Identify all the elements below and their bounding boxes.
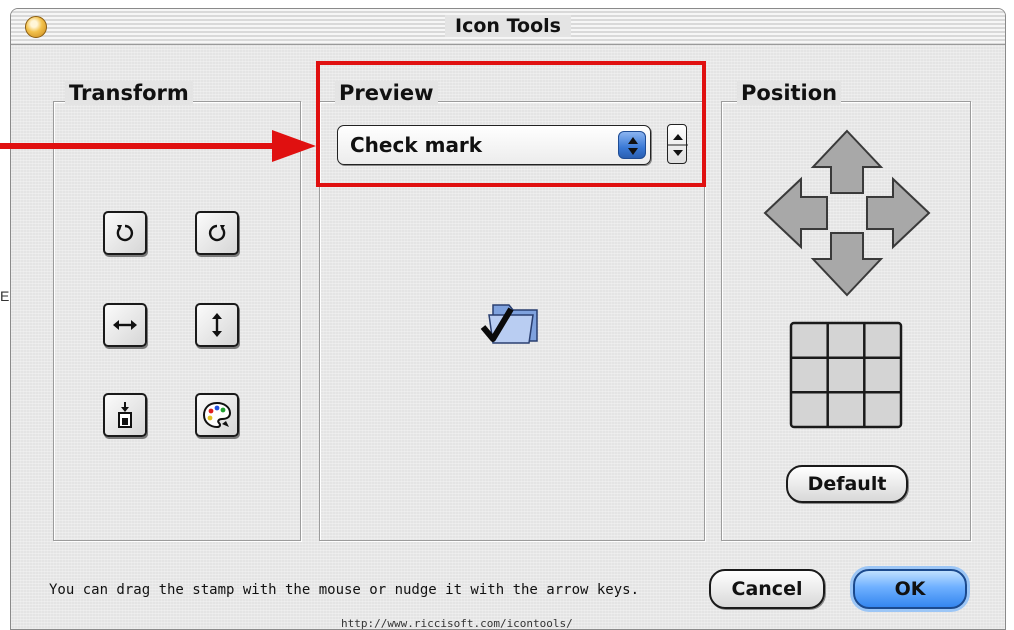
stamp-position-icon [118, 402, 132, 428]
flip-horizontal-button[interactable] [103, 303, 147, 347]
window-title: Icon Tools [11, 15, 1005, 37]
folder-with-checkmark-icon [480, 304, 538, 344]
rotate-right-button[interactable] [195, 211, 239, 255]
hint-text: You can drag the stamp with the mouse or… [49, 582, 640, 598]
rotate-right-icon [208, 224, 226, 242]
website-url: http://www.riccisoft.com/icontools/ [341, 617, 573, 630]
flip-vertical-icon [212, 313, 222, 337]
default-button-label: Default [807, 473, 887, 495]
transform-group-label: Transform [65, 81, 193, 105]
transform-group [53, 101, 301, 541]
move-up-arrow-icon[interactable] [810, 129, 884, 194]
flip-horizontal-icon [113, 320, 137, 330]
position-arrow-pad [761, 127, 933, 299]
move-down-arrow-icon[interactable] [810, 232, 884, 297]
default-button[interactable]: Default [786, 465, 908, 503]
position-group-label: Position [737, 81, 842, 105]
color-palette-button[interactable] [195, 393, 239, 437]
stamp-position-button[interactable] [103, 393, 147, 437]
highlight-box [316, 61, 706, 187]
flip-vertical-button[interactable] [195, 303, 239, 347]
move-left-arrow-icon[interactable] [763, 176, 828, 250]
cancel-button-label: Cancel [731, 578, 803, 600]
annotation-arrow-icon [0, 130, 316, 162]
title-bar[interactable]: Icon Tools [11, 9, 1005, 45]
move-right-arrow-icon[interactable] [866, 176, 931, 250]
position-grid[interactable] [789, 321, 903, 429]
cancel-button[interactable]: Cancel [709, 569, 825, 609]
rotate-left-button[interactable] [103, 211, 147, 255]
ok-button-label: OK [894, 578, 926, 600]
background-glyph: E [0, 288, 10, 304]
preview-image [479, 291, 543, 355]
ok-button[interactable]: OK [853, 569, 967, 609]
rotate-left-icon [116, 224, 134, 242]
palette-icon [202, 401, 232, 429]
